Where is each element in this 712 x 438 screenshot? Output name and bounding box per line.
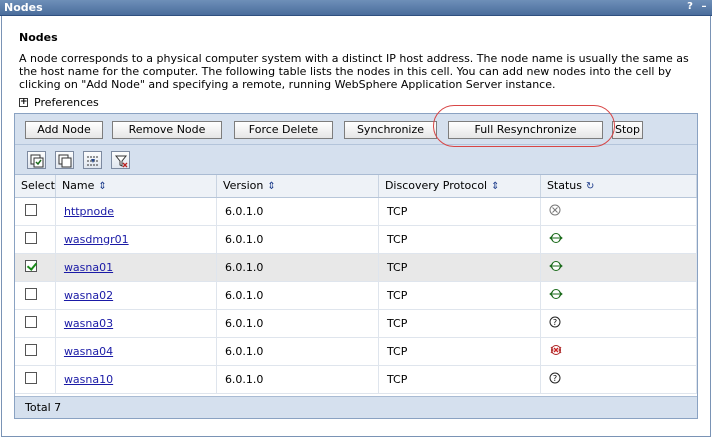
- action-toolbar: Add Node Remove Node Force Delete Synchr…: [15, 114, 697, 145]
- node-name-link[interactable]: wasna01: [64, 261, 113, 274]
- node-name-link[interactable]: wasna02: [64, 289, 113, 302]
- table-row[interactable]: wasna01 6.0.1.0 TCP: [15, 253, 698, 282]
- discovery-protocol-cell: TCP: [378, 281, 541, 310]
- column-header-select: Select: [15, 175, 56, 198]
- window-titlebar: Nodes ? –: [0, 0, 712, 16]
- discovery-protocol-cell: TCP: [378, 337, 541, 366]
- status-cell: [540, 337, 698, 366]
- node-name-cell: wasna10: [55, 365, 217, 394]
- row-checkbox[interactable]: [25, 343, 37, 356]
- unknown-status-icon: ?: [549, 372, 561, 387]
- version-cell: 6.0.1.0: [216, 309, 379, 338]
- page-title: Nodes: [19, 31, 58, 44]
- version-cell: 6.0.1.0: [216, 365, 379, 394]
- status-cell: [540, 281, 698, 310]
- row-checkbox[interactable]: [25, 287, 37, 300]
- nodes-panel: Add Node Remove Node Force Delete Synchr…: [14, 113, 698, 419]
- preferences-toggle[interactable]: + Preferences: [19, 96, 99, 109]
- window-title: Nodes: [4, 1, 43, 14]
- synchronized-status-icon: [549, 260, 563, 275]
- page-description: A node corresponds to a physical compute…: [19, 52, 689, 91]
- row-checkbox[interactable]: [25, 371, 37, 384]
- sort-icon[interactable]: ⇕: [98, 181, 106, 192]
- selection-toolbar: [15, 145, 697, 175]
- node-name-cell: wasna02: [55, 281, 217, 310]
- table-row[interactable]: httpnode 6.0.1.0 TCP: [15, 197, 698, 226]
- column-header-discovery-protocol[interactable]: Discovery Protocol ⇕: [378, 175, 541, 198]
- force-delete-button[interactable]: Force Delete: [234, 121, 333, 139]
- status-cell: [540, 225, 698, 254]
- add-node-button[interactable]: Add Node: [25, 121, 103, 139]
- column-header-status[interactable]: Status ↻: [540, 175, 698, 198]
- row-checkbox[interactable]: [25, 315, 37, 328]
- row-checkbox[interactable]: [25, 259, 37, 272]
- stop-button[interactable]: Stop: [612, 121, 643, 139]
- synchronized-status-icon: [549, 288, 563, 303]
- node-name-link[interactable]: wasdmgr01: [64, 233, 129, 246]
- row-select-cell: [15, 225, 56, 254]
- deselect-all-icon[interactable]: [55, 151, 74, 169]
- row-select-cell: [15, 281, 56, 310]
- row-select-cell: [15, 309, 56, 338]
- row-checkbox[interactable]: [25, 231, 37, 244]
- node-name-cell: wasna01: [55, 253, 217, 282]
- minimize-icon[interactable]: –: [699, 1, 709, 13]
- row-select-cell: [15, 253, 56, 282]
- synchronize-button[interactable]: Synchronize: [344, 121, 437, 139]
- discovery-protocol-cell: TCP: [378, 309, 541, 338]
- help-icon[interactable]: ?: [685, 1, 695, 13]
- preferences-label: Preferences: [34, 96, 99, 109]
- table-row[interactable]: wasna04 6.0.1.0 TCP: [15, 337, 698, 366]
- nodes-table: Select Name ⇕ Version ⇕ Discovery Protocol…: [15, 175, 698, 394]
- discovery-protocol-cell: TCP: [378, 365, 541, 394]
- table-row[interactable]: wasna03 6.0.1.0 TCP?: [15, 309, 698, 338]
- not-applicable-status-icon: [549, 204, 561, 219]
- discovery-protocol-cell: TCP: [378, 253, 541, 282]
- status-cell: [540, 253, 698, 282]
- sort-icon[interactable]: ⇕: [267, 181, 275, 192]
- column-header-name[interactable]: Name ⇕: [55, 175, 217, 198]
- discovery-protocol-cell: TCP: [378, 197, 541, 226]
- node-name-cell: wasdmgr01: [55, 225, 217, 254]
- svg-text:?: ?: [553, 318, 557, 327]
- node-name-cell: wasna04: [55, 337, 217, 366]
- expand-icon: +: [19, 97, 28, 107]
- svg-text:?: ?: [553, 374, 557, 383]
- version-cell: 6.0.1.0: [216, 197, 379, 226]
- refresh-status-icon[interactable]: ↻: [586, 181, 594, 192]
- version-cell: 6.0.1.0: [216, 281, 379, 310]
- full-resynchronize-button[interactable]: Full Resynchronize: [448, 121, 603, 139]
- discovery-protocol-cell: TCP: [378, 225, 541, 254]
- node-name-cell: httpnode: [55, 197, 217, 226]
- status-cell: ?: [540, 365, 698, 394]
- row-select-cell: [15, 337, 56, 366]
- table-row[interactable]: wasna10 6.0.1.0 TCP?: [15, 365, 698, 394]
- column-header-version[interactable]: Version ⇕: [216, 175, 379, 198]
- table-row[interactable]: wasna02 6.0.1.0 TCP: [15, 281, 698, 310]
- node-name-link[interactable]: wasna03: [64, 317, 113, 330]
- row-select-cell: [15, 365, 56, 394]
- status-cell: [540, 197, 698, 226]
- sort-icon[interactable]: ⇕: [491, 181, 499, 192]
- unknown-status-icon: ?: [549, 316, 561, 331]
- node-name-link[interactable]: httpnode: [64, 205, 114, 218]
- row-checkbox[interactable]: [25, 203, 37, 216]
- table-header-row: Select Name ⇕ Version ⇕ Discovery Protocol…: [15, 175, 698, 198]
- version-cell: 6.0.1.0: [216, 337, 379, 366]
- synchronized-status-icon: [549, 232, 563, 247]
- remove-node-button[interactable]: Remove Node: [112, 121, 222, 139]
- show-filter-icon[interactable]: [83, 151, 102, 169]
- version-cell: 6.0.1.0: [216, 225, 379, 254]
- select-all-icon[interactable]: [27, 151, 46, 169]
- total-count: Total 7: [15, 396, 697, 418]
- node-name-link[interactable]: wasna10: [64, 373, 113, 386]
- clear-filter-icon[interactable]: [111, 151, 130, 169]
- table-row[interactable]: wasdmgr01 6.0.1.0 TCP: [15, 225, 698, 254]
- status-cell: ?: [540, 309, 698, 338]
- row-select-cell: [15, 197, 56, 226]
- not-synchronized-status-icon: [549, 344, 563, 359]
- node-name-link[interactable]: wasna04: [64, 345, 113, 358]
- version-cell: 6.0.1.0: [216, 253, 379, 282]
- node-name-cell: wasna03: [55, 309, 217, 338]
